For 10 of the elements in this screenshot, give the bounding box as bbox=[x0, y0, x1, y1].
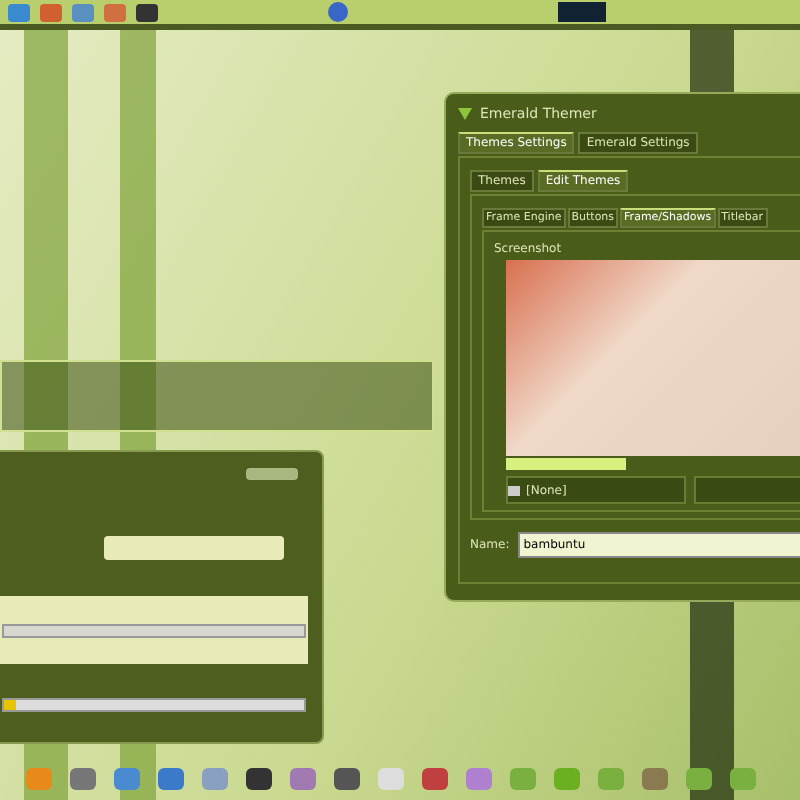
menu-icon[interactable] bbox=[328, 2, 348, 22]
app-icon[interactable] bbox=[686, 767, 712, 789]
dropdown[interactable] bbox=[694, 476, 800, 504]
app-icon[interactable] bbox=[334, 767, 360, 789]
text-field[interactable] bbox=[2, 624, 306, 638]
search-field[interactable] bbox=[104, 536, 284, 560]
app-icon[interactable] bbox=[246, 767, 272, 789]
gem-icon bbox=[458, 108, 472, 120]
horizontal-scrollbar[interactable] bbox=[506, 458, 626, 470]
launcher-icon[interactable] bbox=[136, 3, 158, 21]
